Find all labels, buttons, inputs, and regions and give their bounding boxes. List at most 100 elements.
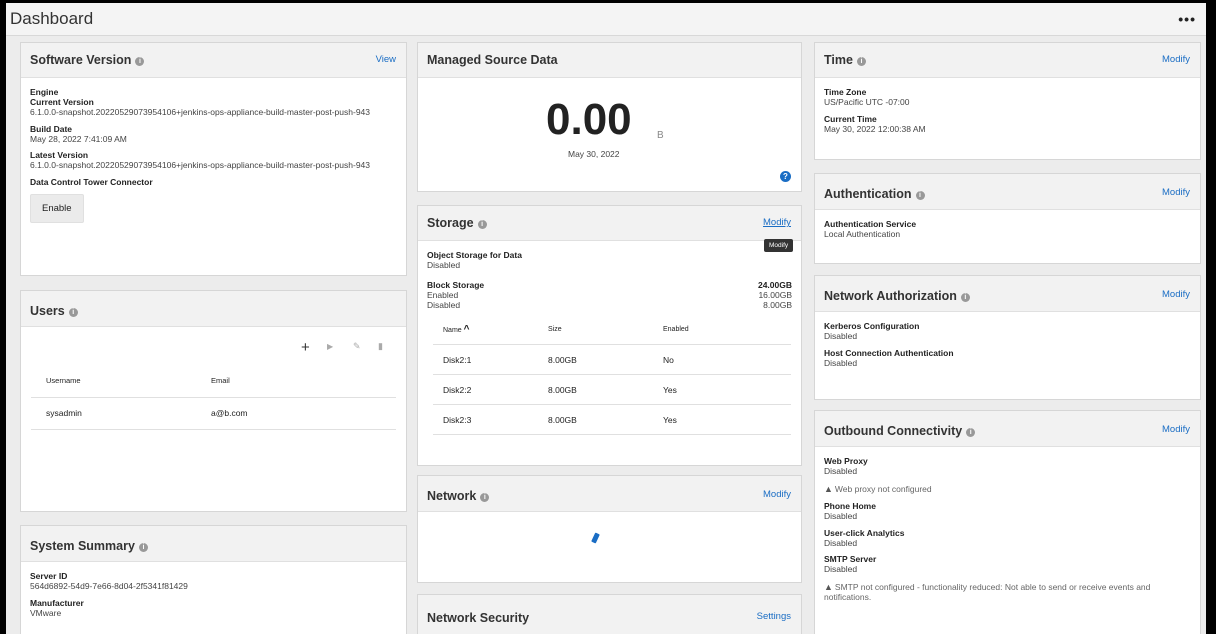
engine-label: Engine <box>30 87 59 97</box>
info-icon[interactable]: i <box>480 493 490 502</box>
smtp-warning: ▲ SMTP not configured - functionality red… <box>824 581 1151 603</box>
email-cell: a@b.com <box>211 408 248 418</box>
card-title: Storage i <box>427 216 487 230</box>
disk-size-cell: 8.00GB <box>548 354 577 365</box>
phone-home-value: Disabled <box>824 511 858 521</box>
card-title: Network Security <box>427 611 530 625</box>
auth-service-value: Local Authentication <box>824 229 901 239</box>
column-header-enabled[interactable]: Enabled <box>663 315 791 345</box>
modify-link[interactable]: Modify <box>1162 54 1190 65</box>
table-row[interactable]: Disk2:3 8.00GB Yes <box>433 405 791 435</box>
current-time-value: May 30, 2022 12:00:38 AM <box>824 123 926 134</box>
info-icon[interactable]: i <box>135 57 145 66</box>
disks-table: Name ^ Size Enabled Disk2:1 8.00GB No Di… <box>433 315 791 436</box>
users-card: Users i + ▶ ✎ ▮ Username Email sysadmin a… <box>20 290 407 512</box>
card-title: Managed Source Data <box>427 53 558 67</box>
block-storage-total: 24.00GB <box>757 279 792 290</box>
warning-icon: ▲ <box>824 483 833 494</box>
time-zone-value: US/Pacific UTC -07:00 <box>824 97 910 107</box>
info-icon[interactable]: i <box>856 57 866 66</box>
phone-home-label: Phone Home <box>824 501 876 511</box>
latest-version-label: Latest Version <box>30 150 89 160</box>
web-proxy-label: Web Proxy <box>824 456 868 466</box>
host-auth-value: Disabled <box>824 357 858 368</box>
users-table: Username Email sysadmin a@b.com <box>31 365 396 430</box>
auth-service-label: Authentication Service <box>824 219 917 229</box>
info-icon[interactable]: i <box>960 293 970 302</box>
network-authorization-card: Network Authorization i Modify Kerberos C… <box>814 275 1201 400</box>
system-summary-card: System Summary i Server ID 564d6892-54d9-… <box>20 525 407 634</box>
play-icon[interactable]: ▶ <box>327 342 333 351</box>
view-link[interactable]: View <box>376 54 396 65</box>
info-icon[interactable]: i <box>138 543 148 552</box>
card-title: Time i <box>824 53 866 67</box>
time-zone-label: Time Zone <box>824 87 867 97</box>
page-title: Dashboard <box>10 9 94 28</box>
more-horizontal-icon[interactable]: ••• <box>1178 11 1196 27</box>
card-title: Users i <box>30 304 78 318</box>
kerberos-label: Kerberos Configuration <box>824 321 920 331</box>
web-proxy-warning: ▲ Web proxy not configured <box>824 483 932 494</box>
modify-link[interactable]: Modify <box>1162 289 1190 300</box>
column-header-username[interactable]: Username <box>31 365 211 397</box>
disk-size-cell: 8.00GB <box>548 384 577 395</box>
outbound-connectivity-card: Outbound Connectivity i Modify Web Proxy … <box>814 410 1201 634</box>
managed-value: 0.00 <box>546 95 632 144</box>
card-title: Authentication i <box>824 187 925 201</box>
info-icon[interactable]: i <box>966 428 976 437</box>
authentication-card: Authentication i Modify Authentication Se… <box>814 173 1201 264</box>
disk-enabled-cell: Yes <box>663 414 677 425</box>
server-id-value: 564d6892-54d9-7e66-8d04-2f5341f81429 <box>30 581 188 591</box>
analytics-value: Disabled <box>824 537 858 548</box>
delete-icon[interactable]: ▮ <box>378 341 383 352</box>
username-cell: sysadmin <box>46 408 82 418</box>
sort-ascending-icon[interactable]: ^ <box>464 324 470 335</box>
current-time-label: Current Time <box>824 113 877 124</box>
disk-enabled-cell: No <box>663 354 674 365</box>
build-date-label: Build Date <box>30 123 73 134</box>
managed-source-data-card: Managed Source Data 0.00 B May 30, 2022 … <box>417 42 802 192</box>
card-title: Software Version i <box>30 53 145 67</box>
kerberos-value: Disabled <box>824 331 858 341</box>
loading-spinner-icon <box>591 532 600 544</box>
managed-unit: B <box>657 130 664 141</box>
table-row[interactable]: Disk2:2 8.00GB Yes <box>433 375 791 405</box>
modify-link[interactable]: Modify <box>763 217 791 228</box>
server-id-label: Server ID <box>30 571 68 581</box>
disk-size-cell: 8.00GB <box>548 414 577 425</box>
edit-icon[interactable]: ✎ <box>353 341 361 352</box>
card-title: System Summary i <box>30 539 148 553</box>
settings-link[interactable]: Settings <box>757 611 791 622</box>
column-header-email[interactable]: Email <box>211 365 396 397</box>
host-auth-label: Host Connection Authentication <box>824 347 954 358</box>
info-icon[interactable]: i <box>68 308 78 317</box>
column-header-name[interactable]: Name ^ <box>433 315 548 345</box>
info-icon[interactable]: i <box>915 191 925 200</box>
table-row[interactable]: Disk2:1 8.00GB No <box>433 345 791 375</box>
modify-link[interactable]: Modify <box>1162 424 1190 435</box>
enabled-label: Enabled <box>427 289 459 300</box>
software-version-card: Software Version i View Engine Current Ve… <box>20 42 407 276</box>
disk-name-cell: Disk2:3 <box>443 414 472 425</box>
add-icon[interactable]: + <box>301 339 310 356</box>
dashboard-page: Dashboard ••• Software Version i View Eng… <box>6 3 1206 634</box>
top-bar: Dashboard ••• <box>6 3 1206 36</box>
enable-button[interactable]: Enable <box>30 193 84 223</box>
column-header-size[interactable]: Size <box>548 315 663 345</box>
warning-icon: ▲ <box>824 581 833 592</box>
modify-link[interactable]: Modify <box>763 489 791 500</box>
info-icon[interactable]: i <box>477 220 487 229</box>
disabled-size: 8.00GB <box>763 300 792 310</box>
table-row[interactable]: sysadmin a@b.com <box>31 397 396 429</box>
object-storage-value: Disabled <box>427 260 461 270</box>
current-version-label: Current Version <box>30 97 94 107</box>
network-card: Network i Modify <box>417 475 802 583</box>
card-title: Network i <box>427 489 490 503</box>
smtp-value: Disabled <box>824 564 858 574</box>
storage-card: Storage i Modify Modify Object Storage fo… <box>417 205 802 466</box>
help-icon[interactable]: ? <box>780 171 791 182</box>
web-proxy-value: Disabled <box>824 466 858 476</box>
connector-label: Data Control Tower Connector <box>30 176 153 187</box>
network-security-card: Network Security Settings <box>417 594 802 634</box>
modify-link[interactable]: Modify <box>1162 187 1190 198</box>
